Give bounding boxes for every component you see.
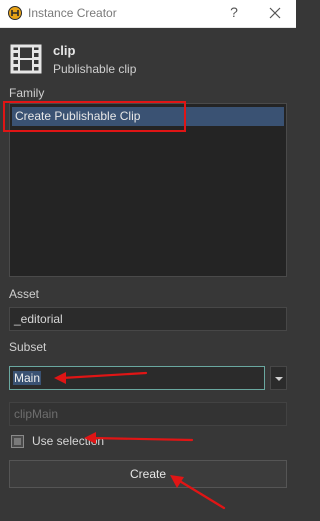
asset-input[interactable]: _editorial xyxy=(9,307,287,331)
subset-input[interactable]: Main xyxy=(9,366,265,390)
title-bar: Instance Creator ? xyxy=(0,0,296,28)
use-selection-label[interactable]: Use selection xyxy=(32,434,104,448)
app-logo-icon xyxy=(8,6,22,20)
family-name: clip xyxy=(53,43,76,58)
subset-value: Main xyxy=(13,371,42,385)
film-icon xyxy=(9,44,43,74)
subset-dropdown-button[interactable] xyxy=(270,366,287,390)
help-button[interactable]: ? xyxy=(224,4,244,20)
family-list-item[interactable]: Create Publishable Clip xyxy=(12,107,284,126)
annotation-arrow-use-selection xyxy=(90,436,194,442)
family-description: Publishable clip xyxy=(53,62,137,76)
close-icon xyxy=(269,7,281,19)
asset-label: Asset xyxy=(9,287,40,301)
create-button[interactable]: Create xyxy=(9,460,287,488)
close-button[interactable] xyxy=(264,3,286,23)
use-selection-checkbox[interactable] xyxy=(11,435,24,448)
subset-preview-field: clipMain xyxy=(9,402,287,426)
subset-label: Subset xyxy=(9,340,47,354)
family-label: Family xyxy=(9,86,45,100)
family-list[interactable]: Create Publishable Clip xyxy=(9,103,287,277)
window-title: Instance Creator xyxy=(28,6,117,20)
